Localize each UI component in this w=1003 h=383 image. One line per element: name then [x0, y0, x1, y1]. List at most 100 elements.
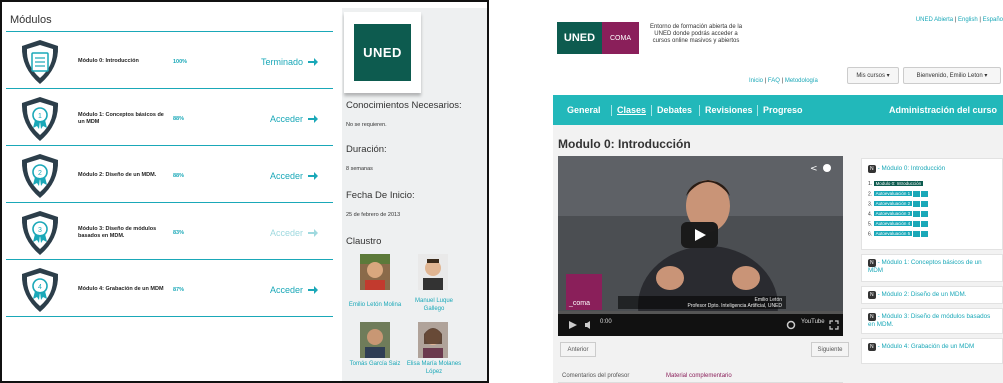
video-lower-third: Emilio Letón Profesor Dpto. Inteligencia…: [618, 296, 786, 309]
svg-text:1: 1: [38, 113, 42, 120]
tab-extra-material[interactable]: Material complementario: [666, 373, 732, 379]
outline-module-2[interactable]: N- Módulo 2: Diseño de un MDM.: [861, 286, 1003, 304]
tab-progreso[interactable]: Progreso: [763, 95, 803, 125]
module-list-icon: [21, 40, 59, 84]
course-player-panel: UNED COMA Entorno de formación abierta d…: [553, 7, 1003, 383]
module-title: Módulo 4: Grabación de un MDM: [78, 286, 164, 292]
outline-module-4[interactable]: N- Módulo 4: Grabación de un MDM: [861, 338, 1003, 364]
duration: Duración: 8 semanas: [346, 144, 387, 172]
svg-text:2: 2: [38, 170, 42, 177]
module-ribbon-icon: 3: [21, 211, 59, 255]
course-nav-bar: General Clases Debates Revisiones Progre…: [553, 95, 1003, 125]
course-info-sidebar: UNED Conocimientos Necesarios: No se req…: [342, 8, 487, 381]
svg-text:3: 3: [38, 227, 42, 234]
play-icon[interactable]: [681, 222, 718, 248]
inicio-link[interactable]: Inicio: [749, 78, 763, 84]
faculty-photo[interactable]: [418, 254, 448, 290]
module-finished-link[interactable]: Terminado: [261, 34, 319, 89]
outline-lesson-item[interactable]: 4. Autoevaluación 3: [868, 211, 929, 217]
module-progress: 87%: [173, 286, 185, 293]
module-progress: 100%: [173, 58, 188, 65]
arrow-right-icon: [308, 171, 318, 180]
arrow-right-icon: [308, 57, 318, 66]
site-tagline: Entorno de formación abierta de la UNED …: [649, 24, 743, 44]
my-courses-dropdown[interactable]: Mis cursos ▾: [847, 67, 899, 84]
top-links: UNED Abierta | English | Españo: [915, 17, 1003, 23]
volume-icon[interactable]: [584, 320, 594, 330]
settings-icon[interactable]: [786, 320, 796, 330]
video-time: 0:00: [600, 319, 612, 325]
outline-module-link[interactable]: N- Módulo 0: Introducción: [868, 165, 945, 173]
tab-clases[interactable]: Clases: [617, 95, 646, 125]
faq-link[interactable]: FAQ: [768, 78, 780, 84]
svg-text:4: 4: [38, 284, 42, 291]
arrow-right-icon: [308, 114, 318, 123]
tab-general[interactable]: General: [567, 95, 601, 125]
module-ribbon-icon: 4: [21, 268, 59, 312]
module-row: 1 Módulo 1: Conceptos básicos de un MDM …: [6, 91, 333, 146]
modules-heading: Módulos: [6, 8, 333, 32]
video-controls: 0:00 YouTube: [558, 314, 843, 336]
coma-watermark: _coma: [566, 274, 602, 310]
module-title: Módulo 2: Diseño de un MDM.: [78, 172, 157, 178]
metodologia-link[interactable]: Metodología: [785, 78, 818, 84]
outline-lesson-item[interactable]: 1. Modulo 0: Introducción: [868, 181, 924, 187]
site-header: UNED COMA Entorno de formación abierta d…: [553, 7, 1003, 95]
faculty-name[interactable]: Elisa María Molanes López: [404, 360, 464, 376]
module-ribbon-icon: 1: [21, 97, 59, 141]
uned-logo[interactable]: UNED: [557, 22, 602, 54]
module-access-link[interactable]: Acceder: [270, 91, 319, 146]
page-title: Modulo 0: Introducción: [558, 137, 691, 151]
module-access-link[interactable]: Acceder: [270, 262, 319, 317]
outline-lesson-item[interactable]: 6. Autoevaluación 5: [868, 231, 929, 237]
previous-button[interactable]: Anterior: [560, 342, 596, 357]
faculty-photo[interactable]: [360, 322, 390, 358]
module-ribbon-icon: 2: [21, 154, 59, 198]
uned-abierta-link[interactable]: UNED Abierta: [916, 17, 953, 23]
outline-lesson-item[interactable]: 3. Autoevaluación 2: [868, 201, 929, 207]
coma-logo[interactable]: COMA: [602, 22, 639, 54]
faculty-photo[interactable]: [360, 254, 390, 290]
prerequisites: Conocimientos Necesarios: No se requiere…: [346, 100, 462, 128]
faculty-name[interactable]: Manuel Luque Gallego: [404, 297, 464, 313]
outline-module-3[interactable]: N- Módulo 3: Diseño de módulos basados e…: [861, 308, 1003, 334]
module-title: Módulo 0: Introducción: [78, 58, 139, 64]
user-menu-dropdown[interactable]: Bienvenido, Emilio Leton ▾: [903, 67, 1001, 84]
lesson-tabs: Comentarios del profesor Material comple…: [558, 370, 843, 383]
outline-module-1[interactable]: N- Módulo 1: Conceptos básicos de un MDM: [861, 254, 1003, 282]
module-progress: 88%: [173, 115, 185, 122]
tab-debates[interactable]: Debates: [657, 95, 692, 125]
arrow-right-icon: [308, 228, 318, 237]
fullscreen-icon[interactable]: [829, 320, 839, 330]
tab-course-admin[interactable]: Administración del curso: [889, 95, 997, 125]
tab-teacher-comments[interactable]: Comentarios del profesor: [562, 373, 629, 379]
module-progress: 88%: [173, 172, 185, 179]
svg-text:<: <: [810, 164, 818, 174]
youtube-logo[interactable]: YouTube: [801, 319, 825, 325]
faculty-name[interactable]: Emilio Letón Molina: [348, 301, 402, 309]
header-nav-links: Inicio | FAQ | Metodología: [749, 78, 818, 84]
module-progress: 83%: [173, 229, 185, 236]
module-row: 2 Módulo 2: Diseño de un MDM. 88% Accede…: [6, 148, 333, 203]
module-title: Módulo 1: Conceptos básicos de un MDM: [78, 111, 164, 125]
video-player[interactable]: < _coma Emilio Letón Profesor Dpto. Inte…: [558, 156, 843, 336]
lesson-content: Modulo 0: Introducción < _coma Emilio Le…: [553, 125, 1003, 383]
course-overview-panel: Módulos Módulo 0: Introducción 100% Term…: [0, 0, 489, 383]
tab-revisiones[interactable]: Revisiones: [705, 95, 753, 125]
faculty-heading: Claustro: [346, 236, 382, 247]
outline-lesson-item[interactable]: 5. Autoevaluación 4: [868, 221, 929, 227]
english-link[interactable]: English: [958, 17, 978, 23]
uned-logo: UNED: [354, 24, 411, 81]
module-title: Módulo 3: Diseño de módulos basados en M…: [78, 225, 157, 239]
modules-list: Módulos Módulo 0: Introducción 100% Term…: [6, 8, 333, 317]
next-button[interactable]: Siguiente: [811, 342, 849, 357]
outline-lesson-item[interactable]: 2. Autoevaluación 1: [868, 191, 929, 197]
module-row: 4 Módulo 4: Grabación de un MDM 87% Acce…: [6, 262, 333, 317]
module-access-link[interactable]: Acceder: [270, 205, 319, 260]
faculty-name[interactable]: Tomás García Saiz: [348, 360, 402, 368]
play-small-icon[interactable]: [568, 320, 578, 330]
espanol-link[interactable]: Españo: [983, 17, 1003, 23]
faculty-photo[interactable]: [418, 322, 448, 358]
module-access-link[interactable]: Acceder: [270, 148, 319, 203]
outline-module-0: N- Módulo 0: Introducción 1. Modulo 0: I…: [861, 158, 1003, 250]
